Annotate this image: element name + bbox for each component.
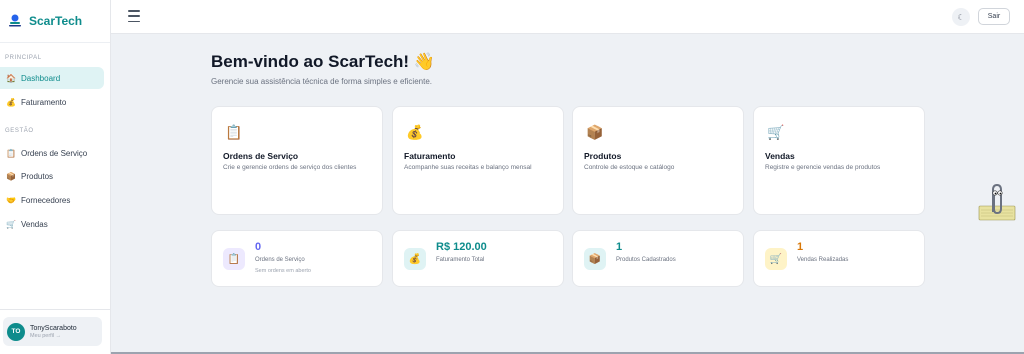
feature-title: Vendas xyxy=(765,151,795,161)
clipboard-icon: 📋 xyxy=(225,124,243,140)
package-icon: 📦 xyxy=(584,248,606,270)
money-bag-icon: 💰 xyxy=(404,248,426,270)
section-label-principal: PRINCIPAL xyxy=(5,55,42,61)
feature-title: Faturamento xyxy=(404,151,456,161)
feature-description: Crie e gerencie ordens de serviço dos cl… xyxy=(223,164,357,171)
profile-link[interactable]: Meu perfil → xyxy=(30,333,77,339)
stat-card-faturamento: 💰 R$ 120.00 Faturamento Total xyxy=(392,230,564,287)
feature-card-faturamento[interactable]: 💰 Faturamento Acompanhe suas receitas e … xyxy=(392,106,564,215)
stat-value: 1 xyxy=(797,241,804,253)
feature-description: Controle de estoque e catálogo xyxy=(584,164,675,171)
page-subtitle: Gerencie sua assistência técnica de form… xyxy=(211,77,432,86)
stat-subtext: Sem ordens em aberto xyxy=(255,268,311,274)
sidebar-item-label: Ordens de Serviço xyxy=(21,148,88,158)
stat-value: 1 xyxy=(616,241,623,253)
sidebar-item-ordens[interactable]: 📋 Ordens de Serviço xyxy=(0,142,104,164)
moon-icon: ☾ xyxy=(957,12,965,22)
sidebar-item-label: Faturamento xyxy=(21,97,67,107)
stat-label: Vendas Realizadas xyxy=(797,257,849,263)
package-icon: 📦 xyxy=(586,124,604,140)
user-info: TonyScaraboto Meu perfil → xyxy=(30,325,77,339)
topbar: ☾ Sair xyxy=(111,0,1024,34)
sidebar-item-faturamento[interactable]: 💰 Faturamento xyxy=(0,91,104,113)
clipboard-icon: 📋 xyxy=(6,148,16,158)
hamburger-menu-icon[interactable] xyxy=(128,10,140,22)
brand[interactable]: ScarTech xyxy=(0,0,110,43)
brand-logo-icon xyxy=(6,12,24,30)
feature-title: Produtos xyxy=(584,151,622,161)
sidebar-item-label: Vendas xyxy=(21,219,48,229)
money-bag-icon: 💰 xyxy=(406,124,424,140)
sidebar-item-label: Dashboard xyxy=(21,73,61,83)
sidebar-item-fornecedores[interactable]: 🤝 Fornecedores xyxy=(0,189,104,211)
paperclip-assistant-icon[interactable] xyxy=(977,182,1017,222)
sidebar-item-label: Fornecedores xyxy=(21,195,71,205)
feature-description: Registre e gerencie vendas de produtos xyxy=(765,164,881,171)
brand-name: ScarTech xyxy=(29,14,83,28)
package-icon: 📦 xyxy=(6,171,16,181)
stat-card-produtos: 📦 1 Produtos Cadastrados xyxy=(572,230,744,287)
sidebar-item-dashboard[interactable]: 🏠 Dashboard xyxy=(0,67,104,89)
stat-label: Faturamento Total xyxy=(436,257,485,263)
feature-title: Ordens de Serviço xyxy=(223,151,299,161)
money-bag-icon: 💰 xyxy=(6,97,16,107)
stat-value: 0 xyxy=(255,241,262,253)
sidebar: ScarTech PRINCIPAL 🏠 Dashboard 💰 Faturam… xyxy=(0,0,111,354)
cart-icon: 🛒 xyxy=(6,219,16,229)
stat-value: R$ 120.00 xyxy=(436,241,487,253)
cart-icon: 🛒 xyxy=(765,248,787,270)
theme-toggle-button[interactable]: ☾ xyxy=(952,8,970,26)
section-label-gestao: GESTÃO xyxy=(5,128,34,134)
clipboard-icon: 📋 xyxy=(223,248,245,270)
sidebar-item-label: Produtos xyxy=(21,171,54,181)
stat-card-ordens: 📋 0 Ordens de Serviço Sem ordens em aber… xyxy=(211,230,383,287)
feature-card-produtos[interactable]: 📦 Produtos Controle de estoque e catálog… xyxy=(572,106,744,215)
user-name: TonyScaraboto xyxy=(30,324,77,332)
logout-button[interactable]: Sair xyxy=(978,8,1010,25)
stat-label: Produtos Cadastrados xyxy=(616,257,676,263)
building-icon: 🏠 xyxy=(6,73,16,83)
sidebar-divider xyxy=(0,309,111,310)
page-title: Bem-vindo ao ScarTech! 👋 xyxy=(211,52,435,71)
stat-card-vendas: 🛒 1 Vendas Realizadas xyxy=(753,230,925,287)
cart-icon: 🛒 xyxy=(767,124,785,140)
user-profile-card[interactable]: TO TonyScaraboto Meu perfil → xyxy=(3,317,102,346)
feature-card-vendas[interactable]: 🛒 Vendas Registre e gerencie vendas de p… xyxy=(753,106,925,215)
sidebar-item-vendas[interactable]: 🛒 Vendas xyxy=(0,213,104,235)
handshake-icon: 🤝 xyxy=(6,195,16,205)
stat-label: Ordens de Serviço xyxy=(255,257,305,263)
avatar: TO xyxy=(7,322,25,341)
sidebar-item-produtos[interactable]: 📦 Produtos xyxy=(0,165,104,187)
feature-description: Acompanhe suas receitas e balanço mensal xyxy=(404,164,532,171)
feature-card-ordens[interactable]: 📋 Ordens de Serviço Crie e gerencie orde… xyxy=(211,106,383,215)
